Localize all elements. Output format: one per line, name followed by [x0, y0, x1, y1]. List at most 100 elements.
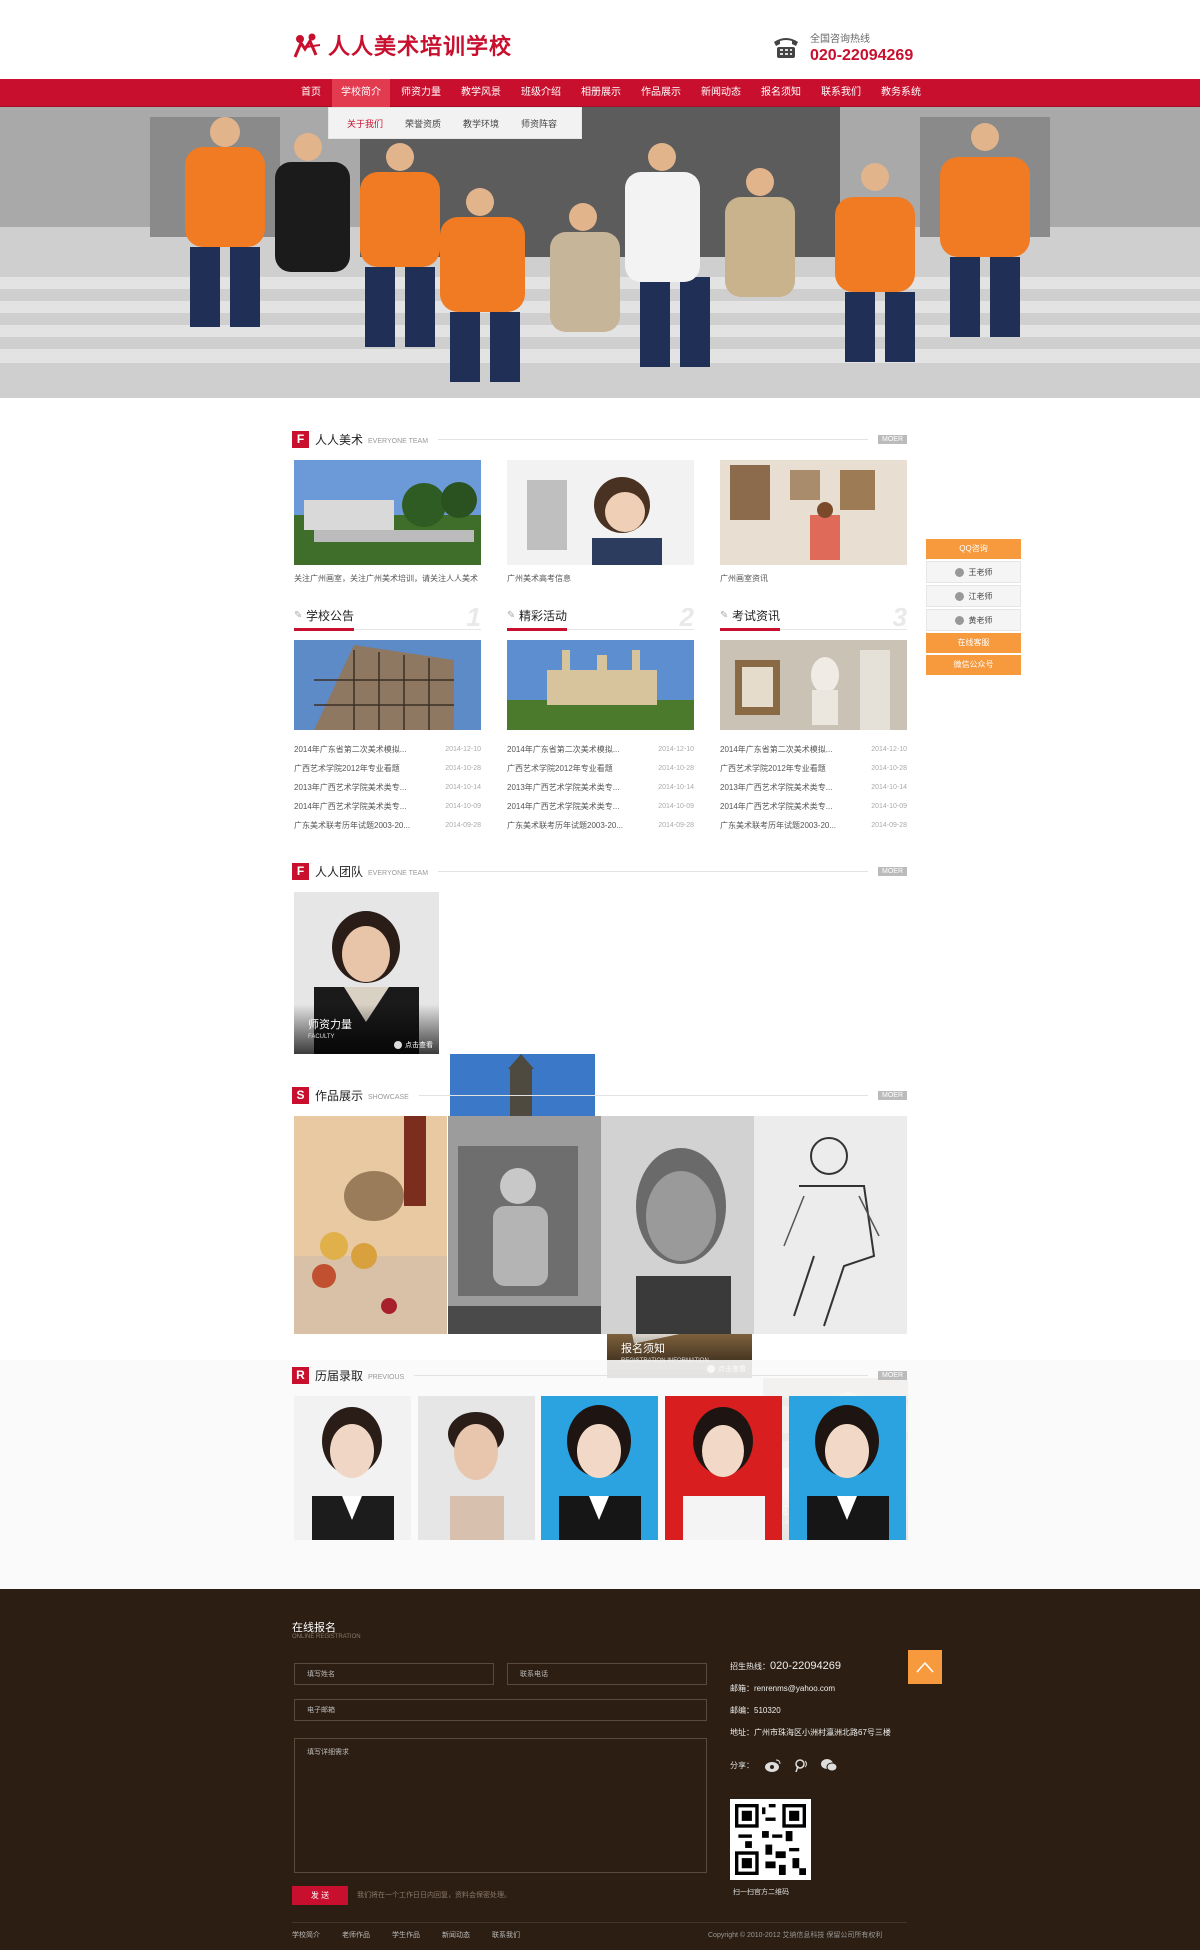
footer-link[interactable]: 学生作品	[392, 1930, 420, 1940]
more-link[interactable]: MOER	[878, 434, 907, 444]
news-column-title[interactable]: 学校公告	[306, 609, 354, 623]
news-title[interactable]: 广东美术联考历年试题2003-20...	[507, 816, 623, 835]
admission-photo[interactable]	[418, 1396, 535, 1540]
email-value[interactable]: renrenms@yahoo.com	[754, 1684, 835, 1693]
wechat-button[interactable]: 微信公众号	[926, 655, 1021, 675]
nav-item[interactable]: 报名须知	[752, 79, 810, 107]
news-item[interactable]: 2013年广西艺术学院美术类专... 2014-10-14	[720, 778, 907, 797]
news-column-image[interactable]	[294, 640, 481, 730]
nav-item[interactable]: 联系我们	[812, 79, 870, 107]
news-title[interactable]: 广西艺术学院2012年专业看题	[507, 759, 613, 778]
news-title[interactable]: 2014年广东省第二次美术模拟...	[507, 740, 619, 759]
news-title[interactable]: 广东美术联考历年试题2003-20...	[294, 816, 410, 835]
news-date: 2014-10-14	[871, 784, 907, 791]
admission-photo[interactable]	[665, 1396, 782, 1540]
news-column-image[interactable]	[720, 640, 907, 730]
view-button[interactable]: 点击查看	[394, 1040, 433, 1050]
qq-teacher-name: 黄老师	[968, 615, 993, 625]
news-item[interactable]: 2014年广东省第二次美术模拟... 2014-12-10	[294, 740, 481, 759]
admission-photo[interactable]	[294, 1396, 411, 1540]
work-sculpture-sketch[interactable]	[448, 1116, 601, 1334]
news-column-title[interactable]: 精彩活动	[519, 609, 567, 623]
news-item[interactable]: 广东美术联考历年试题2003-20... 2014-09-28	[294, 816, 481, 835]
news-title[interactable]: 广东美术联考历年试题2003-20...	[720, 816, 836, 835]
news-item[interactable]: 2013年广西艺术学院美术类专... 2014-10-14	[294, 778, 481, 797]
share-bar: 分享：	[730, 1758, 838, 1772]
everyone-card-1[interactable]: 关注广州画室，关注广州美术培训，请关注人人美术	[294, 460, 481, 584]
nav-item[interactable]: 师资力量	[392, 79, 450, 107]
news-item[interactable]: 2014年广西艺术学院美术类专... 2014-10-09	[294, 797, 481, 816]
back-to-top-button[interactable]	[908, 1650, 942, 1684]
footer-link[interactable]: 老师作品	[342, 1930, 370, 1940]
submit-button[interactable]: 发 送	[292, 1886, 348, 1905]
news-item[interactable]: 2013年广西艺术学院美术类专... 2014-10-14	[507, 778, 694, 797]
weibo-icon[interactable]	[764, 1758, 782, 1772]
sub-nav-item[interactable]: 师资阵容	[513, 114, 565, 133]
more-link[interactable]: MOER	[878, 1090, 907, 1100]
copyright: Copyright © 2010-2012 艾纳信息科技 保留公司所有权利	[708, 1932, 883, 1939]
news-title[interactable]: 2013年广西艺术学院美术类专...	[720, 778, 832, 797]
footer-link[interactable]: 联系我们	[492, 1930, 520, 1940]
qq-teacher-1[interactable]: 王老师	[926, 561, 1021, 583]
news-item[interactable]: 广东美术联考历年试题2003-20... 2014-09-28	[720, 816, 907, 835]
nav-item[interactable]: 教务系统	[872, 79, 930, 107]
news-item[interactable]: 广西艺术学院2012年专业看题 2014-10-28	[507, 759, 694, 778]
nav-item[interactable]: 教学风景	[452, 79, 510, 107]
email-input[interactable]	[294, 1699, 707, 1721]
nav-item[interactable]: 班级介绍	[512, 79, 570, 107]
work-portrait-sketch[interactable]	[601, 1116, 754, 1334]
news-column: ✎ 学校公告 1 2014年广东省第二次美术模拟... 2014-12-10 广西艺术学院…	[294, 602, 481, 835]
nav-item[interactable]: 作品展示	[632, 79, 690, 107]
qr-caption: 扫一扫官方二维码	[733, 1889, 789, 1896]
side-float-panel: QQ咨询 王老师 江老师 黄老师 在线客服 微信公众号	[926, 539, 1021, 677]
news-item[interactable]: 2014年广东省第二次美术模拟... 2014-12-10	[507, 740, 694, 759]
everyone-card-3[interactable]: 广州画室资讯	[720, 460, 907, 584]
detail-textarea[interactable]	[294, 1738, 707, 1873]
news-column-title[interactable]: 考试资讯	[732, 609, 780, 623]
online-service-button[interactable]: 在线客服	[926, 633, 1021, 653]
tencent-weibo-icon[interactable]	[792, 1758, 810, 1772]
chevron-up-icon	[916, 1661, 934, 1673]
news-title[interactable]: 2014年广东省第二次美术模拟...	[720, 740, 832, 759]
news-item[interactable]: 2014年广西艺术学院美术类专... 2014-10-09	[507, 797, 694, 816]
news-item[interactable]: 广东美术联考历年试题2003-20... 2014-09-28	[507, 816, 694, 835]
news-item[interactable]: 广西艺术学院2012年专业看题 2014-10-28	[294, 759, 481, 778]
nav-item[interactable]: 新闻动态	[692, 79, 750, 107]
news-title[interactable]: 2013年广西艺术学院美术类专...	[294, 778, 406, 797]
news-item[interactable]: 2014年广西艺术学院美术类专... 2014-10-09	[720, 797, 907, 816]
name-input[interactable]	[294, 1663, 494, 1685]
nav-item[interactable]: 学校简介	[332, 79, 390, 107]
team-card[interactable]: 师资力量 FACULTY 点击查看	[294, 892, 439, 1054]
news-title[interactable]: 2014年广西艺术学院美术类专...	[294, 797, 406, 816]
admission-photo[interactable]	[789, 1396, 906, 1540]
more-link[interactable]: MOER	[878, 1370, 907, 1380]
qq-teacher-2[interactable]: 江老师	[926, 585, 1021, 607]
sub-nav-item[interactable]: 荣誉资质	[397, 114, 449, 133]
work-figure-sketch[interactable]	[754, 1116, 907, 1334]
work-still-life[interactable]	[294, 1116, 447, 1334]
everyone-card-2[interactable]: 广州美术高考信息	[507, 460, 694, 584]
wechat-icon[interactable]	[820, 1758, 838, 1772]
nav-item[interactable]: 首页	[292, 79, 330, 107]
news-column-image[interactable]	[507, 640, 694, 730]
sub-nav-item[interactable]: 教学环境	[455, 114, 507, 133]
admission-photo[interactable]	[541, 1396, 658, 1540]
news-title[interactable]: 2014年广西艺术学院美术类专...	[507, 797, 619, 816]
column-number: 1	[466, 602, 481, 632]
nav-item[interactable]: 相册展示	[572, 79, 630, 107]
news-title[interactable]: 2014年广西艺术学院美术类专...	[720, 797, 832, 816]
qq-consult-header[interactable]: QQ咨询	[926, 539, 1021, 559]
news-title[interactable]: 广西艺术学院2012年专业看题	[294, 759, 400, 778]
sub-nav-item[interactable]: 关于我们	[339, 114, 391, 133]
logo[interactable]: 人人美术培训学校	[292, 28, 512, 62]
news-title[interactable]: 广西艺术学院2012年专业看题	[720, 759, 826, 778]
news-title[interactable]: 2014年广东省第二次美术模拟...	[294, 740, 406, 759]
news-title[interactable]: 2013年广西艺术学院美术类专...	[507, 778, 619, 797]
news-item[interactable]: 广西艺术学院2012年专业看题 2014-10-28	[720, 759, 907, 778]
footer-link[interactable]: 新闻动态	[442, 1930, 470, 1940]
news-item[interactable]: 2014年广东省第二次美术模拟... 2014-12-10	[720, 740, 907, 759]
more-link[interactable]: MOER	[878, 866, 907, 876]
qq-teacher-3[interactable]: 黄老师	[926, 609, 1021, 631]
footer-link[interactable]: 学校简介	[292, 1930, 320, 1940]
phone-input[interactable]	[507, 1663, 707, 1685]
